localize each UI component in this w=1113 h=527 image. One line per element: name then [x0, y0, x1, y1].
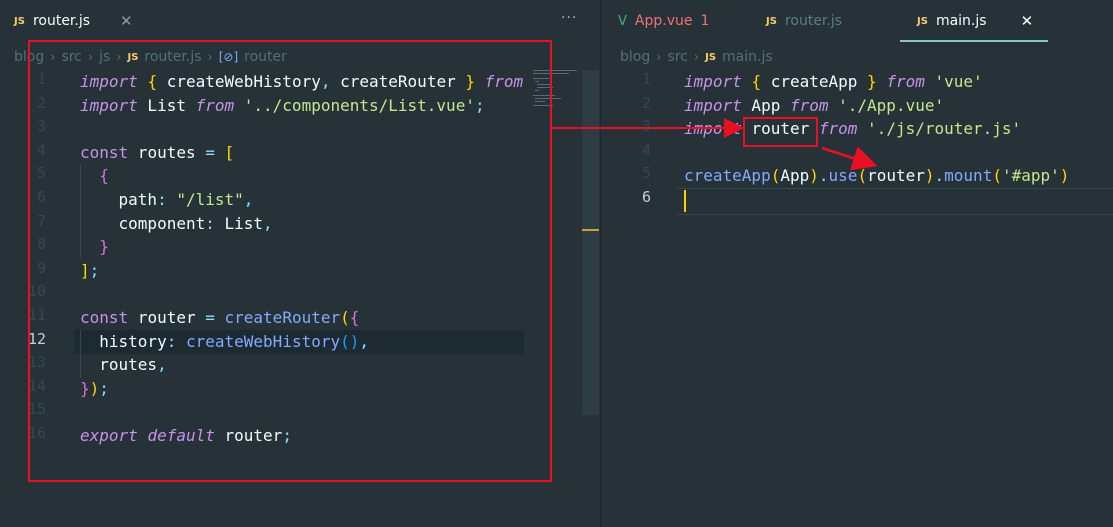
annotation-arrows [552, 118, 878, 171]
arrow-to-use-call [821, 146, 878, 171]
